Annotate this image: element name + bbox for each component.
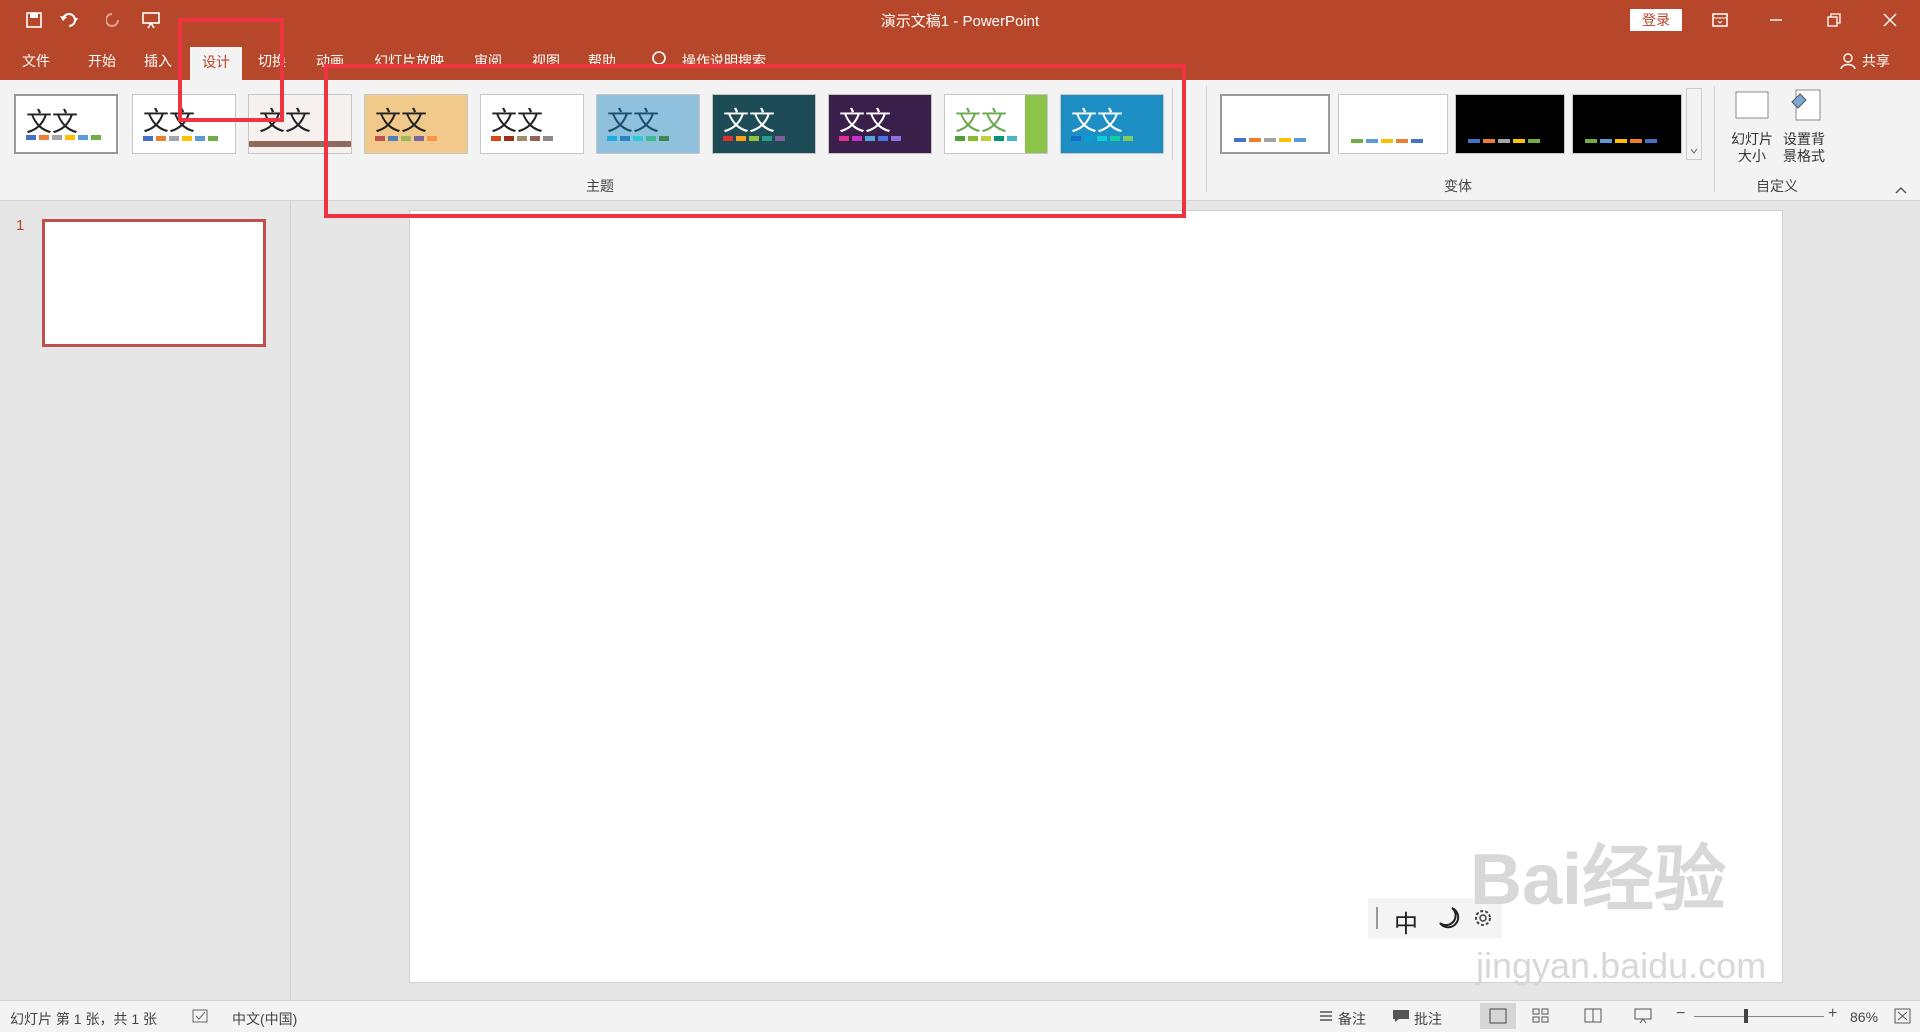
variants-gallery-more-icon[interactable] bbox=[1686, 88, 1702, 160]
normal-view-icon[interactable] bbox=[1480, 1003, 1516, 1029]
annotation-themes-highlight bbox=[324, 64, 1186, 218]
slide-thumbnail-pane: 1 bbox=[0, 201, 291, 1000]
annotation-design-tab-highlight bbox=[178, 18, 284, 122]
zoom-level[interactable]: 86% bbox=[1850, 1009, 1878, 1025]
language-status[interactable]: 中文(中国) bbox=[232, 1009, 297, 1029]
comments-button[interactable]: 批注 bbox=[1414, 1009, 1442, 1029]
theme-office[interactable]: 文文 bbox=[14, 94, 118, 154]
customize-group-label: 自定义 bbox=[1756, 178, 1798, 194]
reading-view-icon[interactable] bbox=[1584, 1007, 1602, 1028]
zoom-out-icon[interactable]: − bbox=[1676, 1005, 1685, 1023]
baidu-watermark-url: jingyan.baidu.com bbox=[1476, 945, 1767, 986]
notes-button[interactable]: 备注 bbox=[1338, 1009, 1366, 1029]
fit-to-window-icon[interactable] bbox=[1894, 1007, 1912, 1028]
ime-drag-handle[interactable] bbox=[1376, 907, 1378, 929]
slide-thumbnail-1[interactable] bbox=[42, 219, 266, 347]
zoom-slider-thumb[interactable] bbox=[1744, 1009, 1748, 1023]
title-bar: 演示文稿1 - PowerPoint 登录 bbox=[0, 0, 1920, 40]
tab-home[interactable]: 开始 bbox=[88, 50, 116, 80]
minimize-icon[interactable] bbox=[1748, 0, 1804, 40]
slide-size-button[interactable]: 幻灯片大小 bbox=[1728, 131, 1776, 165]
ime-mode-indicator[interactable]: 中 bbox=[1394, 904, 1418, 939]
baidu-watermark-logo: Bai经验 bbox=[1470, 840, 1727, 920]
accessibility-icon[interactable] bbox=[192, 1009, 210, 1028]
close-icon[interactable] bbox=[1862, 0, 1918, 40]
share-user-icon[interactable] bbox=[1840, 52, 1858, 70]
variants-group-label: 变体 bbox=[1444, 178, 1472, 194]
slide-count-status: 幻灯片 第 1 张，共 1 张 bbox=[10, 1011, 158, 1027]
collapse-ribbon-icon[interactable] bbox=[1894, 182, 1908, 198]
slideshow-view-icon[interactable] bbox=[1634, 1007, 1652, 1028]
restore-icon[interactable] bbox=[1806, 0, 1862, 40]
slide-size-icon[interactable] bbox=[1734, 90, 1770, 127]
variant-4[interactable] bbox=[1572, 94, 1682, 154]
variant-1[interactable] bbox=[1220, 94, 1330, 154]
zoom-in-icon[interactable]: + bbox=[1828, 1005, 1837, 1023]
status-bar: 幻灯片 第 1 张，共 1 张 中文(中国) 备注 批注 − + 86% bbox=[0, 1000, 1920, 1032]
slide-sorter-icon[interactable] bbox=[1532, 1007, 1550, 1028]
login-button[interactable]: 登录 bbox=[1630, 9, 1682, 31]
format-background-button[interactable]: 设置背景格式 bbox=[1778, 131, 1830, 165]
variant-2[interactable] bbox=[1338, 94, 1448, 154]
slide-number: 1 bbox=[16, 217, 25, 234]
notes-icon bbox=[1318, 1009, 1334, 1026]
ribbon-display-options-icon[interactable] bbox=[1692, 0, 1748, 40]
tab-file[interactable]: 文件 bbox=[22, 50, 50, 80]
moon-icon[interactable] bbox=[1436, 905, 1462, 934]
tab-insert[interactable]: 插入 bbox=[144, 50, 172, 80]
comments-icon bbox=[1392, 1009, 1410, 1026]
variant-3[interactable] bbox=[1455, 94, 1565, 154]
zoom-slider[interactable] bbox=[1694, 1016, 1824, 1017]
share-button[interactable]: 共享 bbox=[1862, 50, 1890, 80]
format-background-icon[interactable] bbox=[1788, 88, 1824, 127]
